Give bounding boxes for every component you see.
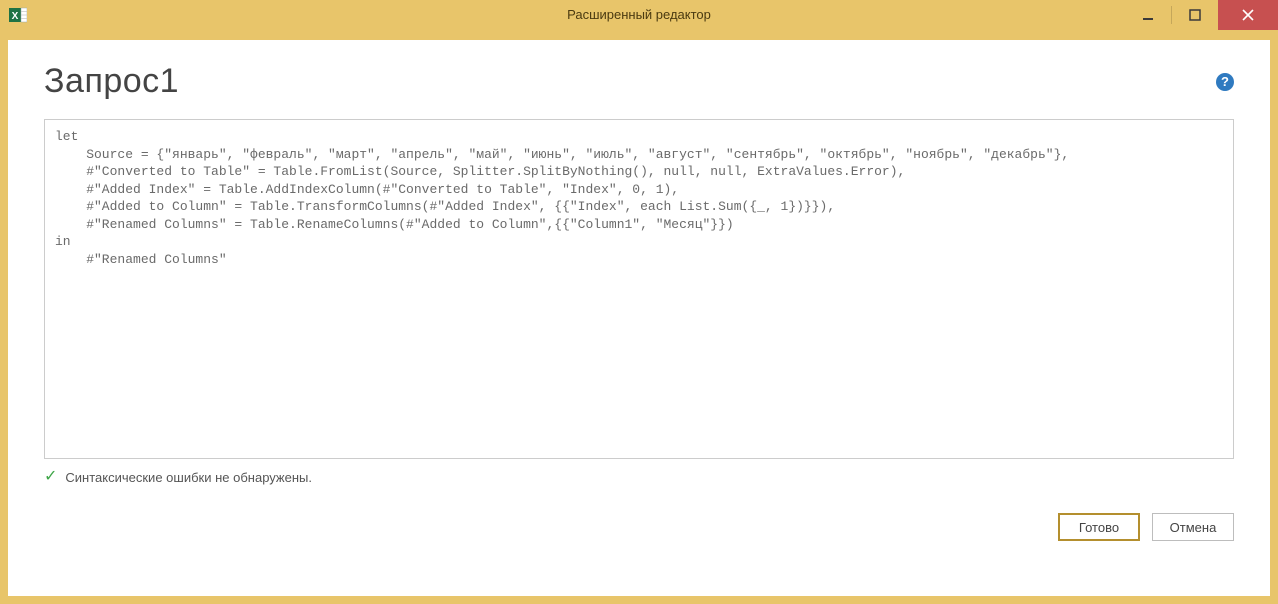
- header-row: Запрос1 ?: [44, 62, 1234, 101]
- close-icon: [1242, 9, 1254, 21]
- page-title: Запрос1: [44, 62, 179, 101]
- close-button[interactable]: [1218, 0, 1278, 30]
- titlebar: X Расширенный редактор: [0, 0, 1278, 30]
- content: Запрос1 ? let Source = {"январь", "февра…: [8, 40, 1270, 596]
- done-button[interactable]: Готово: [1058, 513, 1140, 541]
- svg-text:X: X: [12, 11, 19, 22]
- status-row: ✓ Синтаксические ошибки не обнаружены.: [44, 469, 1234, 485]
- help-icon: ?: [1221, 74, 1229, 89]
- cancel-label: Отмена: [1170, 520, 1217, 535]
- minimize-button[interactable]: [1125, 0, 1171, 30]
- content-outer: Запрос1 ? let Source = {"январь", "февра…: [0, 30, 1278, 604]
- window-controls: [1125, 0, 1278, 30]
- done-label: Готово: [1079, 520, 1119, 535]
- excel-icon: X: [9, 6, 27, 24]
- app-icon: X: [0, 0, 30, 30]
- minimize-icon: [1142, 9, 1154, 21]
- window-title: Расширенный редактор: [0, 0, 1278, 30]
- help-button[interactable]: ?: [1216, 73, 1234, 91]
- status-message: Синтаксические ошибки не обнаружены.: [65, 470, 312, 485]
- maximize-icon: [1189, 9, 1201, 21]
- button-row: Готово Отмена: [44, 513, 1234, 541]
- code-editor[interactable]: let Source = {"январь", "февраль", "март…: [44, 119, 1234, 459]
- maximize-button[interactable]: [1172, 0, 1218, 30]
- window-root: X Расширенный редактор: [0, 0, 1278, 604]
- cancel-button[interactable]: Отмена: [1152, 513, 1234, 541]
- check-icon: ✓: [44, 469, 57, 485]
